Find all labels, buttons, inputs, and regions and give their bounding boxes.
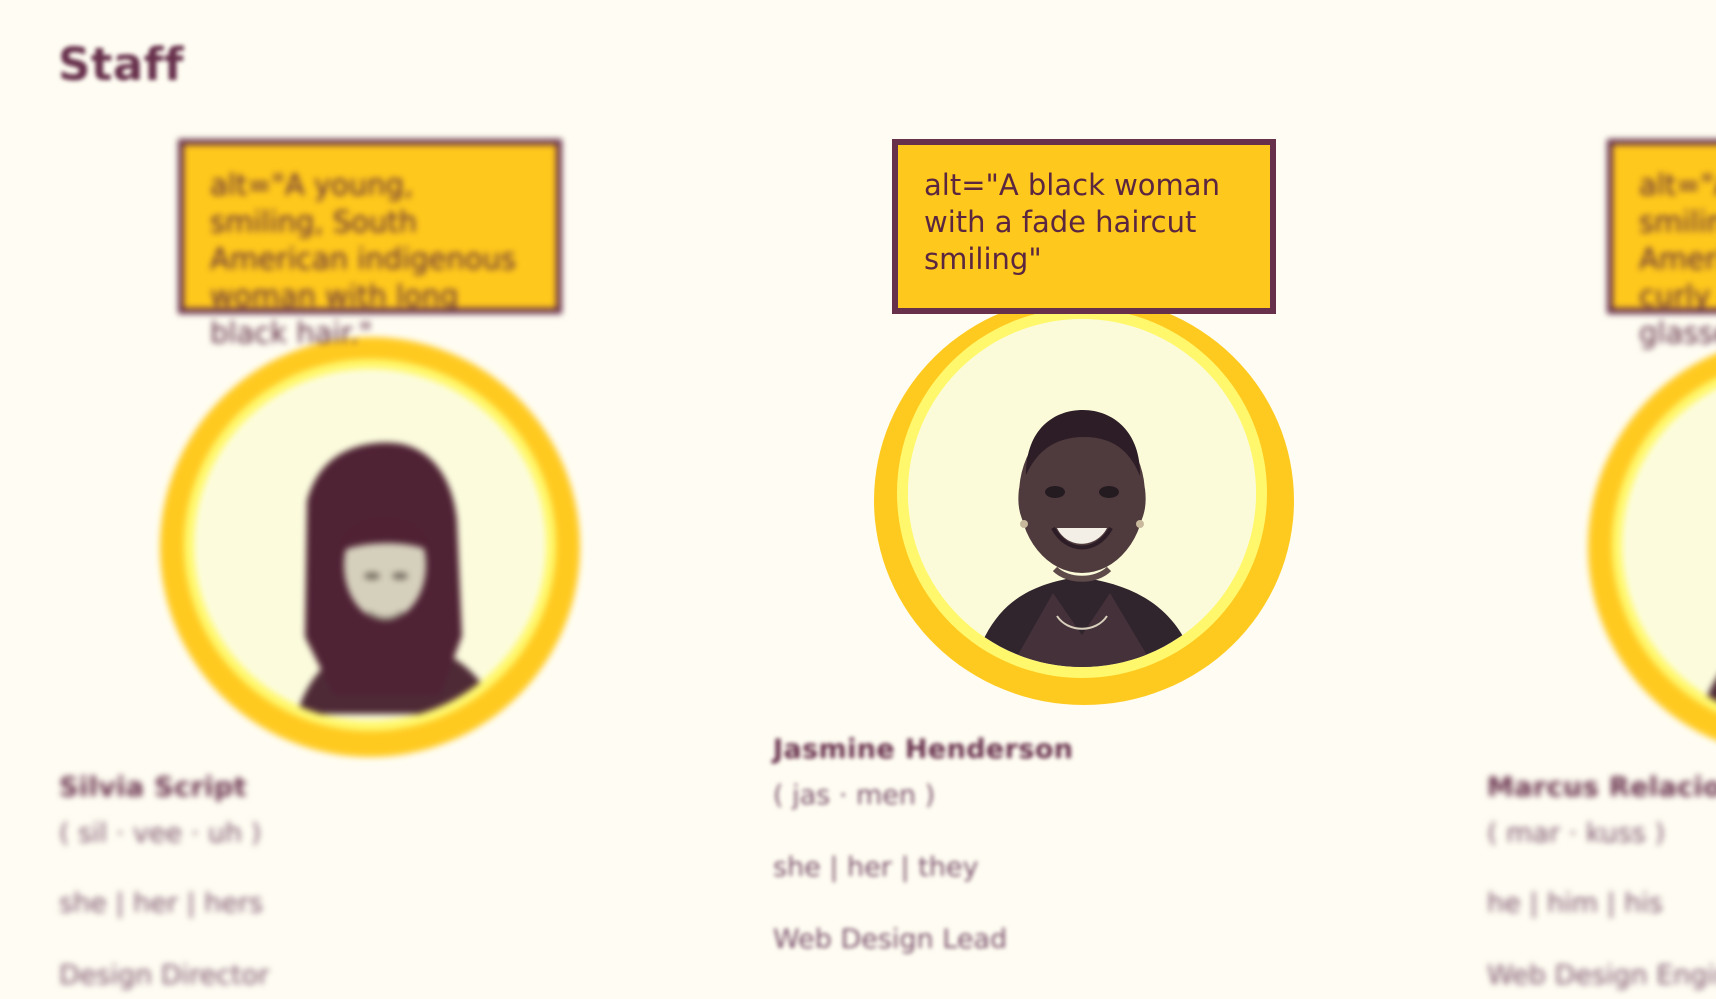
avatar [908, 319, 1256, 667]
person-silhouette-icon [1622, 369, 1716, 721]
avatar-inner-ring [897, 308, 1267, 678]
staff-card-focused: alt="A black woman with a fade haircut s… [0, 0, 1294, 999]
job-title: Web Design Lead [773, 924, 1008, 955]
person-name: Jasmine Henderson [773, 734, 1074, 765]
avatar [1622, 369, 1716, 721]
job-title: Web Design Engineer [1487, 960, 1716, 991]
avatar-inner-ring [1612, 359, 1716, 731]
person-name: Marcus Relacion [1487, 772, 1716, 803]
pronouns: he | him | his [1487, 888, 1663, 919]
alt-text-tooltip: alt="A black woman with a fade haircut s… [892, 139, 1276, 314]
person-silhouette-icon [908, 319, 1256, 667]
alt-text-tooltip: alt="A young, smiling, South American ma… [1607, 139, 1716, 350]
pronouns: she | her | they [773, 852, 979, 883]
pronunciation: ( mar · kuss ) [1487, 818, 1665, 849]
alt-text-label: alt="A young, smiling, South American ma… [1639, 168, 1716, 351]
avatar-ring [874, 296, 1294, 705]
staff-card-clip: alt="A young, smiling, South American ma… [1471, 0, 1716, 999]
pronunciation: ( jas · men ) [773, 780, 936, 811]
avatar-ring [1588, 337, 1716, 757]
alt-text-label: alt="A black woman with a fade haircut s… [924, 168, 1220, 277]
